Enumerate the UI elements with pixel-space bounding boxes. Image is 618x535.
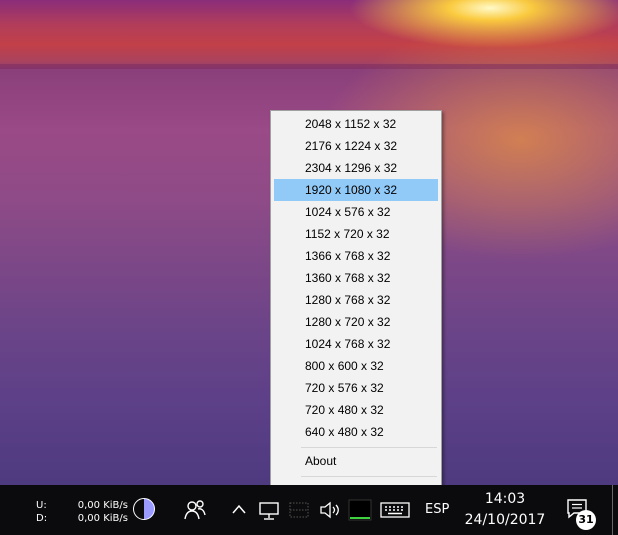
menu-item-resolution[interactable]: 1152 x 720 x 32 (274, 223, 438, 245)
resolution-context-menu: 2048 x 1152 x 32 2176 x 1224 x 32 2304 x… (270, 110, 442, 504)
keyboard-icon[interactable] (380, 502, 410, 518)
menu-item-about[interactable]: About (274, 450, 438, 472)
menu-item-resolution[interactable]: 640 x 480 x 32 (274, 421, 438, 443)
monitor-icon[interactable] (258, 501, 280, 521)
taskbar: U: 0,00 KiB/s D: 0,00 KiB/s ESP 14:03 24… (0, 485, 618, 535)
menu-item-resolution[interactable]: 1280 x 768 x 32 (274, 289, 438, 311)
menu-item-resolution[interactable]: 1024 x 576 x 32 (274, 201, 438, 223)
menu-item-resolution[interactable]: 1366 x 768 x 32 (274, 245, 438, 267)
clock[interactable]: 14:03 24/10/2017 (462, 489, 548, 531)
notification-count-badge: 31 (576, 510, 596, 530)
menu-item-resolution[interactable]: 2048 x 1152 x 32 (274, 113, 438, 135)
download-value: 0,00 KiB/s (77, 513, 128, 524)
clock-time: 14:03 (484, 491, 526, 507)
menu-item-resolution[interactable]: 720 x 576 x 32 (274, 377, 438, 399)
people-icon[interactable] (183, 499, 207, 521)
cpu-monitor-icon[interactable] (348, 499, 372, 521)
clock-date: 24/10/2017 (464, 512, 546, 528)
menu-item-resolution[interactable]: 720 x 480 x 32 (274, 399, 438, 421)
download-label: D: (36, 513, 48, 524)
chevron-up-icon[interactable] (231, 503, 247, 515)
menu-item-resolution-selected[interactable]: 1920 x 1080 x 32 (274, 179, 438, 201)
menu-separator (301, 476, 437, 477)
menu-item-resolution[interactable]: 2176 x 1224 x 32 (274, 135, 438, 157)
menu-item-resolution[interactable]: 2304 x 1296 x 32 (274, 157, 438, 179)
menu-item-resolution[interactable]: 1360 x 768 x 32 (274, 267, 438, 289)
show-desktop-button[interactable] (612, 485, 613, 535)
menu-item-resolution[interactable]: 1024 x 768 x 32 (274, 333, 438, 355)
menu-item-resolution[interactable]: 800 x 600 x 32 (274, 355, 438, 377)
usage-pie-icon[interactable] (133, 498, 155, 520)
menu-separator (301, 447, 437, 448)
upload-value: 0,00 KiB/s (77, 500, 128, 511)
network-monitor[interactable]: U: 0,00 KiB/s D: 0,00 KiB/s (36, 499, 128, 525)
menu-item-resolution[interactable]: 1280 x 720 x 32 (274, 311, 438, 333)
language-indicator[interactable]: ESP (425, 502, 449, 517)
volume-icon[interactable] (318, 500, 342, 520)
upload-label: U: (36, 500, 47, 511)
network-grid-icon[interactable] (289, 501, 309, 519)
